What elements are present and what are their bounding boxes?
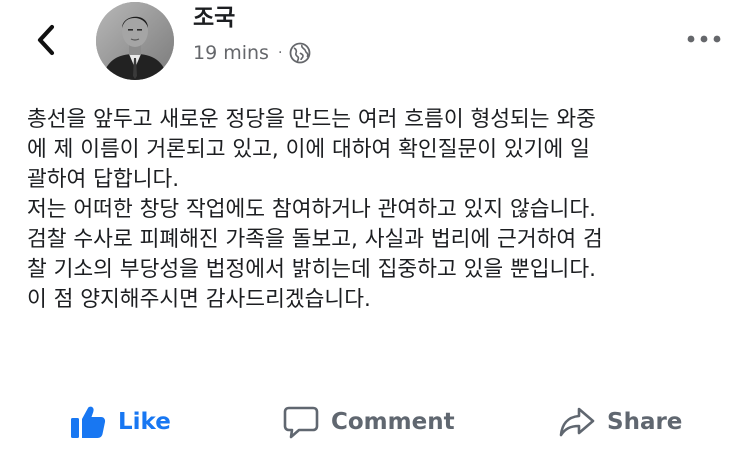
like-button[interactable]: Like xyxy=(70,398,171,446)
globe-icon[interactable] xyxy=(289,42,311,64)
comment-label: Comment xyxy=(331,409,455,435)
action-bar: Like Comment Share xyxy=(0,398,749,446)
like-label: Like xyxy=(118,409,171,435)
more-horizontal-icon xyxy=(687,35,721,43)
timestamp[interactable]: 19 mins xyxy=(193,40,269,66)
post-line: 검찰 수사로 피폐해진 가족을 돌보고, 사실과 법리에 근거하여 검 xyxy=(27,227,603,252)
avatar[interactable] xyxy=(96,2,174,80)
share-arrow-icon xyxy=(559,406,595,438)
facebook-post: 조국 19 mins · 총선을 앞두고 새로운 정당을 만드는 여러 흐름이 … xyxy=(0,0,749,452)
more-options-button[interactable] xyxy=(685,28,723,50)
post-line: 저는 어떠한 창당 작업에도 참여하거나 관여하고 있지 않습니다. xyxy=(27,197,596,222)
post-line: 괄하여 답합니다. xyxy=(27,167,180,192)
share-button[interactable]: Share xyxy=(559,398,682,446)
back-button[interactable] xyxy=(28,22,64,58)
post-line: 총선을 앞두고 새로운 정당을 만드는 여러 흐름이 형성되는 와중 xyxy=(27,107,596,132)
author-name[interactable]: 조국 xyxy=(193,3,235,33)
post-body: 총선을 앞두고 새로운 정당을 만드는 여러 흐름이 형성되는 와중 에 제 이… xyxy=(27,105,727,315)
thumbs-up-icon xyxy=(70,405,106,439)
post-meta: 19 mins · xyxy=(193,40,311,66)
chevron-left-icon xyxy=(37,24,55,56)
meta-separator: · xyxy=(277,45,283,61)
post-line: 에 제 이름이 거론되고 있고, 이에 대하여 확인질문이 있기에 일 xyxy=(27,137,590,162)
comment-bubble-icon xyxy=(283,405,319,439)
profile-photo xyxy=(96,2,174,80)
share-label: Share xyxy=(607,409,683,435)
post-line: 찰 기소의 부당성을 법정에서 밝히는데 집중하고 있을 뿐입니다. xyxy=(27,257,596,282)
post-line: 이 점 양지해주시면 감사드리겠습니다. xyxy=(27,287,371,312)
comment-button[interactable]: Comment xyxy=(283,398,455,446)
